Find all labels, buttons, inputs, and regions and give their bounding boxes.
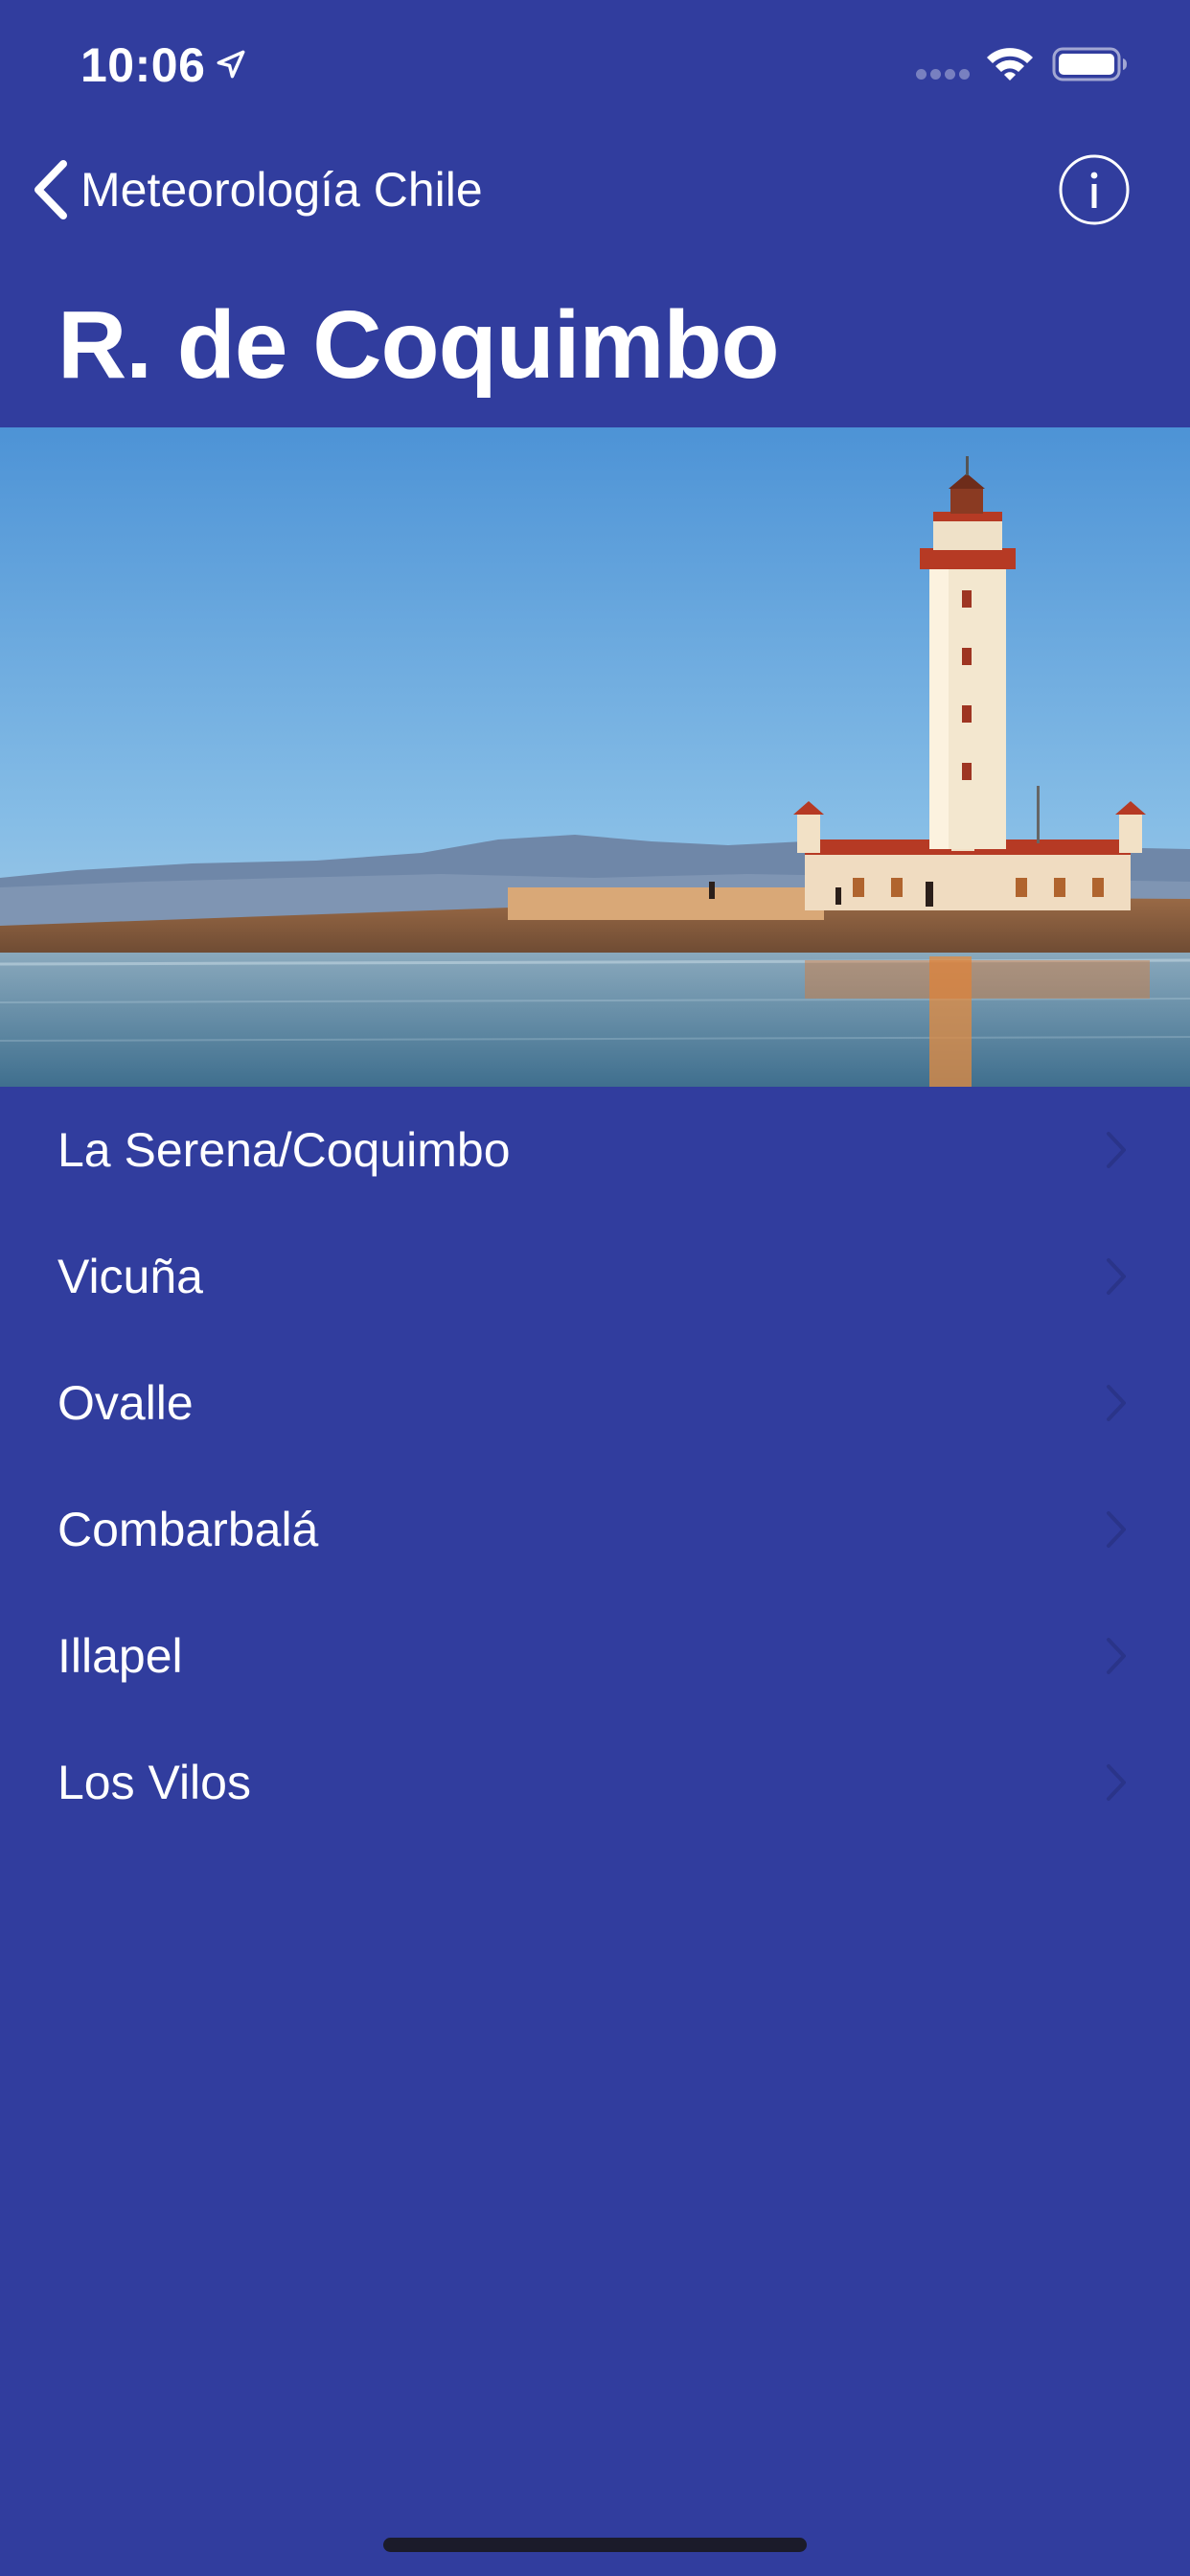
chevron-right-icon [1107, 1764, 1126, 1801]
navigation-bar: Meteorología Chile [0, 126, 1190, 253]
back-button-label: Meteorología Chile [80, 163, 483, 217]
info-circle-icon[interactable] [1058, 153, 1131, 226]
chevron-left-icon [34, 160, 67, 219]
chevron-right-icon [1107, 1258, 1126, 1295]
city-name: La Serena/Coquimbo [57, 1123, 511, 1177]
back-button[interactable]: Meteorología Chile [29, 153, 483, 226]
location-arrow-icon [217, 50, 245, 79]
lighthouse-image [0, 427, 1190, 1087]
wifi-icon [987, 48, 1033, 80]
city-name: Vicuña [57, 1250, 203, 1303]
chevron-right-icon [1107, 1132, 1126, 1168]
page-title: R. de Coquimbo [57, 291, 780, 399]
home-indicator[interactable] [383, 2538, 807, 2552]
city-list: La Serena/Coquimbo Vicuña Ovalle Combarb… [0, 1087, 1190, 1846]
status-time: 10:06 [80, 38, 206, 92]
battery-icon [1052, 47, 1127, 81]
chevron-right-icon [1107, 1511, 1126, 1548]
city-name: Combarbalá [57, 1503, 319, 1556]
city-name: Illapel [57, 1629, 183, 1683]
lighthouse-illustration [0, 427, 1190, 1087]
screen: 10:06 Meteorología Chile R. de Coquimbo … [0, 0, 1190, 2576]
list-item[interactable]: Combarbalá [0, 1466, 1190, 1593]
status-bar: 10:06 [0, 0, 1190, 126]
cellular-signal-icon [916, 69, 972, 80]
chevron-right-icon [1107, 1638, 1126, 1674]
city-name: Ovalle [57, 1376, 194, 1430]
list-item[interactable]: La Serena/Coquimbo [0, 1087, 1190, 1213]
city-name: Los Vilos [57, 1756, 251, 1809]
list-item[interactable]: Vicuña [0, 1213, 1190, 1340]
list-item[interactable]: Ovalle [0, 1340, 1190, 1466]
chevron-right-icon [1107, 1385, 1126, 1421]
list-item[interactable]: Los Vilos [0, 1719, 1190, 1846]
list-item[interactable]: Illapel [0, 1593, 1190, 1719]
